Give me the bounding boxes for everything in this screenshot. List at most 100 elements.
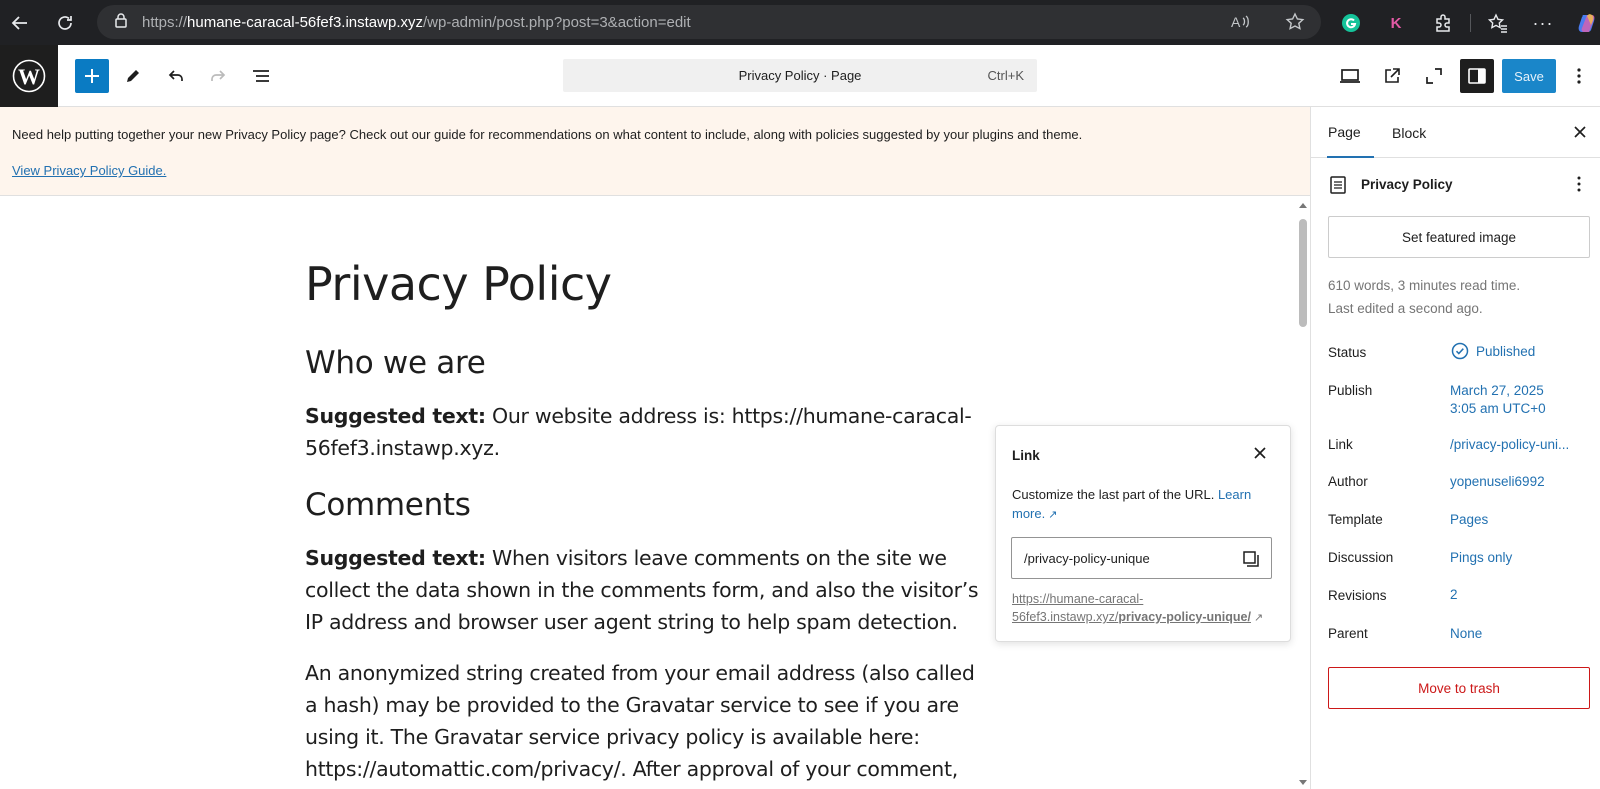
external-link-icon: ↗	[1250, 612, 1264, 624]
publish-time: 3:05 am UTC+0	[1450, 401, 1546, 416]
author-value-button[interactable]: yopenuseli6992	[1450, 474, 1545, 489]
device-preview-icon[interactable]	[1333, 59, 1367, 93]
favorites-icon[interactable]	[1483, 8, 1513, 38]
redo-icon[interactable]	[201, 59, 235, 93]
heading-comments[interactable]: Comments	[305, 487, 985, 523]
scroll-down-icon[interactable]	[1298, 779, 1308, 787]
para-line: Our website address is: https://humane-c…	[485, 404, 972, 428]
revisions-label: Revisions	[1328, 588, 1387, 603]
url-scheme: https://	[142, 13, 188, 31]
address-bar[interactable]: https://humane-caracal-56fef3.instawp.xy…	[97, 5, 1321, 39]
svg-text:A: A	[1231, 14, 1241, 30]
link-label: Link	[1328, 437, 1353, 452]
puzzle-icon[interactable]	[1428, 8, 1458, 38]
parent-label: Parent	[1328, 626, 1368, 641]
permalink-slug: privacy-policy-unique/	[1118, 610, 1251, 624]
tab-block[interactable]: Block	[1392, 107, 1426, 158]
privacy-policy-notice: Need help putting together your new Priv…	[0, 107, 1310, 196]
sidebar-doc-title: Privacy Policy	[1361, 177, 1453, 192]
document-title: Privacy Policy · Page	[738, 68, 862, 83]
publish-date: March 27, 2025	[1450, 383, 1544, 398]
popover-help: Customize the last part of the URL. Lear…	[1012, 485, 1280, 525]
options-kebab-icon[interactable]	[1562, 59, 1596, 93]
para-line: collect the data shown in the comments f…	[305, 578, 979, 602]
status-value: Published	[1476, 343, 1536, 359]
lock-icon	[114, 12, 128, 32]
save-button[interactable]: Save	[1502, 59, 1556, 93]
published-check-icon	[1451, 342, 1469, 360]
fullscreen-icon[interactable]	[1417, 59, 1451, 93]
para-line: IP address and browser user agent string…	[305, 610, 958, 634]
publish-date-button[interactable]: March 27, 2025 3:05 am UTC+0	[1450, 382, 1546, 418]
parent-value-button[interactable]: None	[1450, 626, 1482, 641]
publish-label: Publish	[1328, 383, 1373, 398]
template-label: Template	[1328, 512, 1383, 527]
scroll-thumb[interactable]	[1299, 219, 1307, 327]
revisions-value-button[interactable]: 2	[1450, 587, 1458, 602]
notice-text: Need help putting together your new Priv…	[12, 127, 1083, 142]
back-icon[interactable]	[5, 8, 35, 38]
close-sidebar-icon[interactable]	[1573, 125, 1587, 142]
page-title[interactable]: Privacy Policy	[305, 257, 985, 311]
para-line: https://automattic.com/privacy/. After a…	[305, 757, 958, 781]
template-value-button[interactable]: Pages	[1450, 512, 1488, 527]
grammarly-icon[interactable]	[1336, 8, 1366, 38]
sidebar-tabs: Page Block	[1311, 107, 1600, 158]
link-popover: Link Customize the last part of the URL.…	[995, 425, 1291, 642]
link-value-button[interactable]: /privacy-policy-uni...	[1450, 437, 1569, 452]
svg-text:W: W	[18, 64, 40, 89]
discussion-value-button[interactable]: Pings only	[1450, 550, 1512, 565]
heading-who-we-are[interactable]: Who we are	[305, 345, 985, 381]
close-icon[interactable]	[1253, 446, 1267, 463]
permalink-line: https://humane-caracal-	[1012, 592, 1144, 606]
privacy-guide-link[interactable]: View Privacy Policy Guide.	[12, 163, 166, 178]
url-host: humane-caracal-56fef3.instawp.xyz	[187, 13, 423, 31]
browser-toolbar: https://humane-caracal-56fef3.instawp.xy…	[0, 0, 1600, 45]
copilot-icon[interactable]	[1572, 8, 1600, 38]
move-to-trash-button[interactable]: Move to trash	[1328, 667, 1590, 709]
para-line: a hash) may be provided to the Gravatar …	[305, 693, 959, 717]
reload-icon[interactable]	[50, 8, 80, 38]
discussion-label: Discussion	[1328, 550, 1394, 565]
undo-icon[interactable]	[159, 59, 193, 93]
tab-page[interactable]: Page	[1327, 107, 1374, 158]
settings-sidebar: Page Block Privacy Policy Set featured i…	[1310, 107, 1600, 789]
more-options-icon[interactable]: ···	[1528, 8, 1558, 38]
scroll-up-icon[interactable]	[1298, 201, 1308, 209]
document-overview-icon[interactable]	[244, 59, 278, 93]
settings-sidebar-toggle-icon[interactable]	[1460, 59, 1494, 93]
paragraph-anonymized[interactable]: An anonymized string created from your e…	[305, 657, 985, 785]
slug-input[interactable]: /privacy-policy-unique	[1011, 537, 1272, 579]
slug-value: /privacy-policy-unique	[1024, 550, 1150, 566]
popover-title: Link	[1012, 448, 1040, 463]
para-line: When visitors leave comments on the site…	[485, 546, 947, 570]
k-extension-icon[interactable]: K	[1381, 8, 1411, 38]
suggested-label: Suggested text:	[305, 404, 486, 428]
word-count: 610 words, 3 minutes read time.	[1328, 278, 1521, 293]
doc-actions-kebab-icon[interactable]	[1576, 174, 1582, 197]
last-edited: Last edited a second ago.	[1328, 301, 1483, 316]
add-block-button[interactable]	[75, 59, 109, 93]
favorite-star-icon[interactable]	[1285, 12, 1305, 36]
copy-icon[interactable]	[1241, 549, 1261, 572]
para-line: using it. The Gravatar service privacy p…	[305, 725, 920, 749]
wordpress-logo-icon[interactable]: W	[0, 45, 58, 107]
para-line: An anonymized string created from your e…	[305, 661, 975, 685]
editor-header: W Privacy Policy · Page Ctrl+K Save	[0, 45, 1600, 107]
toolbar-divider	[1470, 14, 1471, 32]
set-featured-image-button[interactable]: Set featured image	[1328, 216, 1590, 258]
help-text: Customize the last part of the URL.	[1012, 487, 1215, 502]
command-palette-button[interactable]: Privacy Policy · Page Ctrl+K	[563, 59, 1037, 92]
status-value-button[interactable]: Published	[1451, 342, 1535, 360]
permalink-link[interactable]: https://humane-caracal- 56fef3.instawp.x…	[1012, 590, 1272, 627]
read-aloud-icon[interactable]: A	[1231, 13, 1251, 35]
paragraph-who-we-are[interactable]: Suggested text: Our website address is: …	[305, 400, 985, 464]
permalink-base: 56fef3.instawp.xyz/	[1012, 610, 1119, 624]
page-document-icon	[1329, 175, 1347, 198]
url-path: /wp-admin/post.php?post=3&action=edit	[422, 13, 691, 31]
canvas-scrollbar[interactable]	[1296, 197, 1310, 789]
view-page-external-icon[interactable]	[1375, 59, 1409, 93]
status-label: Status	[1328, 345, 1367, 360]
tools-pencil-icon[interactable]	[116, 59, 150, 93]
paragraph-comments[interactable]: Suggested text: When visitors leave comm…	[305, 542, 985, 638]
